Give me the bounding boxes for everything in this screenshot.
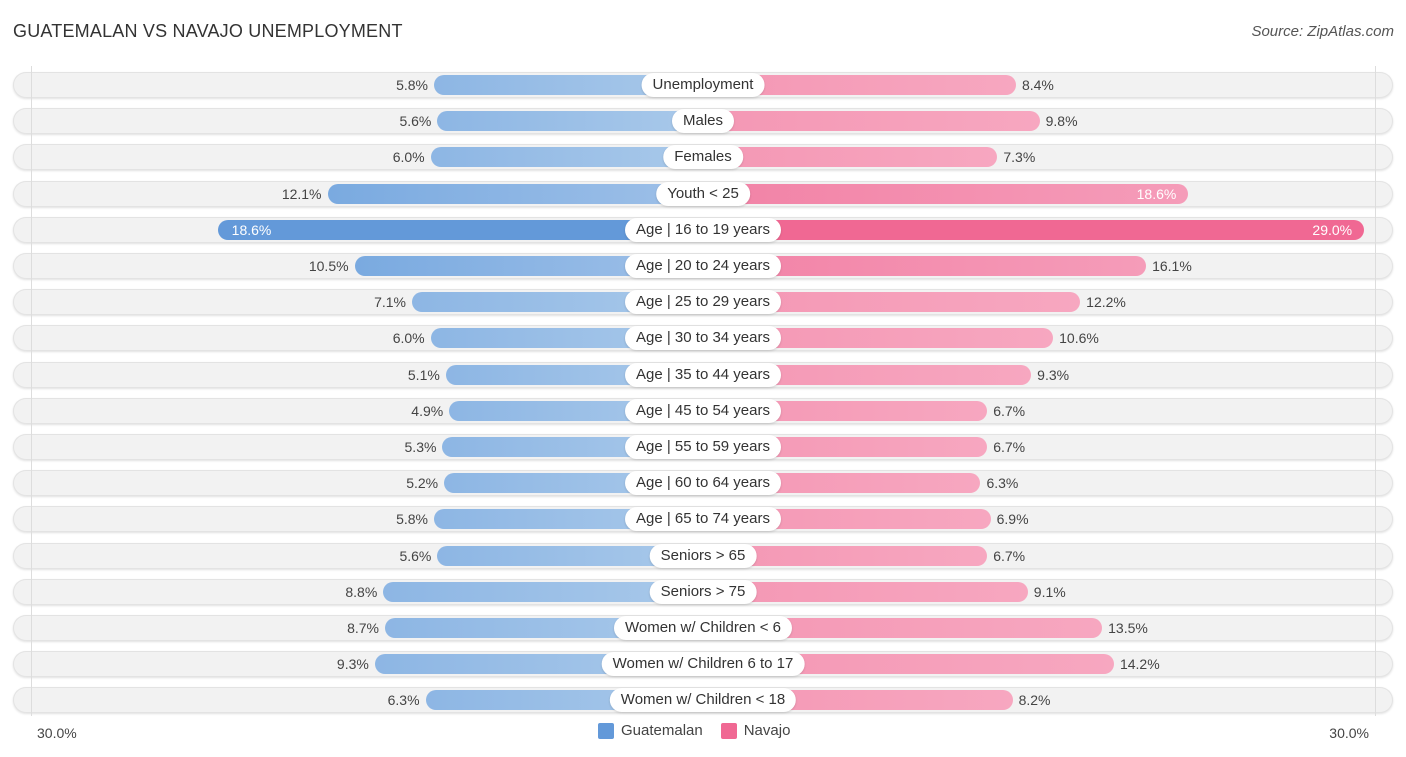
category-label: Age | 16 to 19 years (625, 217, 781, 242)
bar-navajo (703, 219, 1365, 240)
category-label: Women w/ Children 6 to 17 (601, 652, 805, 677)
value-label-guatemalan: 6.0% (392, 330, 425, 347)
value-label-guatemalan: 7.1% (374, 294, 407, 311)
bar-guatemalan (437, 111, 703, 132)
bar-navajo (703, 147, 998, 168)
bar-navajo (703, 183, 1189, 204)
value-label-navajo: 9.1% (1033, 583, 1066, 600)
value-label-guatemalan: 5.8% (396, 511, 428, 528)
value-label-guatemalan: 12.1% (281, 185, 322, 202)
axis-label-right: 30.0% (1329, 725, 1369, 741)
value-label-guatemalan: 5.3% (404, 439, 437, 455)
value-label-navajo: 8.4% (1021, 77, 1054, 93)
axis-line-right (1375, 66, 1376, 716)
legend-label-guatemalan: Guatemalan (621, 722, 703, 739)
value-label-guatemalan: 9.3% (336, 656, 369, 673)
value-label-guatemalan: 8.8% (345, 583, 378, 600)
value-label-guatemalan: 10.5% (308, 258, 349, 274)
category-label: Women w/ Children < 6 (613, 616, 793, 640)
bar-guatemalan (327, 183, 703, 204)
category-label: Seniors > 75 (649, 579, 757, 604)
legend-swatch-guatemalan (598, 722, 614, 739)
value-label-guatemalan: 5.6% (399, 113, 432, 130)
category-label: Age | 30 to 34 years (625, 326, 781, 351)
value-label-navajo: 8.2% (1018, 692, 1051, 709)
category-label: Age | 65 to 74 years (625, 507, 781, 532)
value-label-navajo: 7.3% (1003, 149, 1036, 166)
value-label-navajo: 14.2% (1119, 656, 1160, 673)
category-label: Age | 45 to 54 years (625, 398, 781, 423)
value-label-guatemalan: 6.3% (387, 692, 420, 709)
value-label-navajo: 12.2% (1086, 294, 1126, 311)
legend-label-navajo: Navajo (743, 722, 791, 739)
value-label-navajo: 18.6% (1136, 185, 1177, 202)
value-label-navajo: 29.0% (1312, 221, 1353, 238)
category-label: Age | 55 to 59 years (625, 435, 781, 459)
value-label-navajo: 13.5% (1108, 620, 1148, 636)
category-label: Males (671, 109, 735, 134)
value-label-guatemalan: 8.7% (347, 620, 379, 636)
category-label: Youth < 25 (656, 181, 750, 206)
category-label: Unemployment (641, 73, 765, 97)
value-label-navajo: 16.1% (1152, 258, 1192, 274)
legend: Guatemalan Navajo (598, 722, 808, 739)
axis-label-left: 30.0% (37, 725, 77, 741)
value-label-navajo: 6.7% (993, 439, 1026, 455)
category-label: Seniors > 65 (649, 543, 757, 568)
value-label-navajo: 9.8% (1045, 113, 1078, 130)
value-label-navajo: 10.6% (1059, 330, 1099, 347)
value-label-guatemalan: 6.0% (392, 149, 425, 166)
bar-guatemalan (430, 147, 703, 168)
value-label-guatemalan: 4.9% (411, 402, 444, 419)
legend-item-navajo: Navajo (720, 722, 791, 739)
value-label-navajo: 6.7% (993, 547, 1026, 564)
value-label-navajo: 6.7% (993, 402, 1026, 419)
category-label: Age | 35 to 44 years (625, 362, 781, 387)
category-label: Age | 60 to 64 years (625, 471, 781, 496)
value-label-guatemalan: 18.6% (231, 221, 272, 238)
category-label: Age | 25 to 29 years (625, 290, 781, 315)
value-label-navajo: 9.3% (1037, 366, 1070, 383)
value-label-guatemalan: 5.6% (399, 547, 432, 564)
legend-swatch-navajo (720, 722, 737, 739)
category-label: Females (663, 145, 743, 170)
category-label: Women w/ Children < 18 (609, 688, 797, 713)
value-label-navajo: 6.9% (996, 511, 1029, 528)
value-label-guatemalan: 5.2% (406, 475, 439, 492)
value-label-navajo: 6.3% (986, 475, 1019, 492)
bar-navajo (703, 111, 1040, 132)
value-label-guatemalan: 5.8% (396, 77, 428, 93)
category-label: Age | 20 to 24 years (625, 254, 781, 278)
value-label-guatemalan: 5.1% (407, 366, 440, 383)
axis-line-left (31, 66, 32, 716)
legend-item-guatemalan: Guatemalan (598, 722, 703, 739)
chart-plot-area: 5.8% 8.4% Unemployment 5.6% 9.8% Males 6.0% 7.3… (0, 0, 1406, 757)
